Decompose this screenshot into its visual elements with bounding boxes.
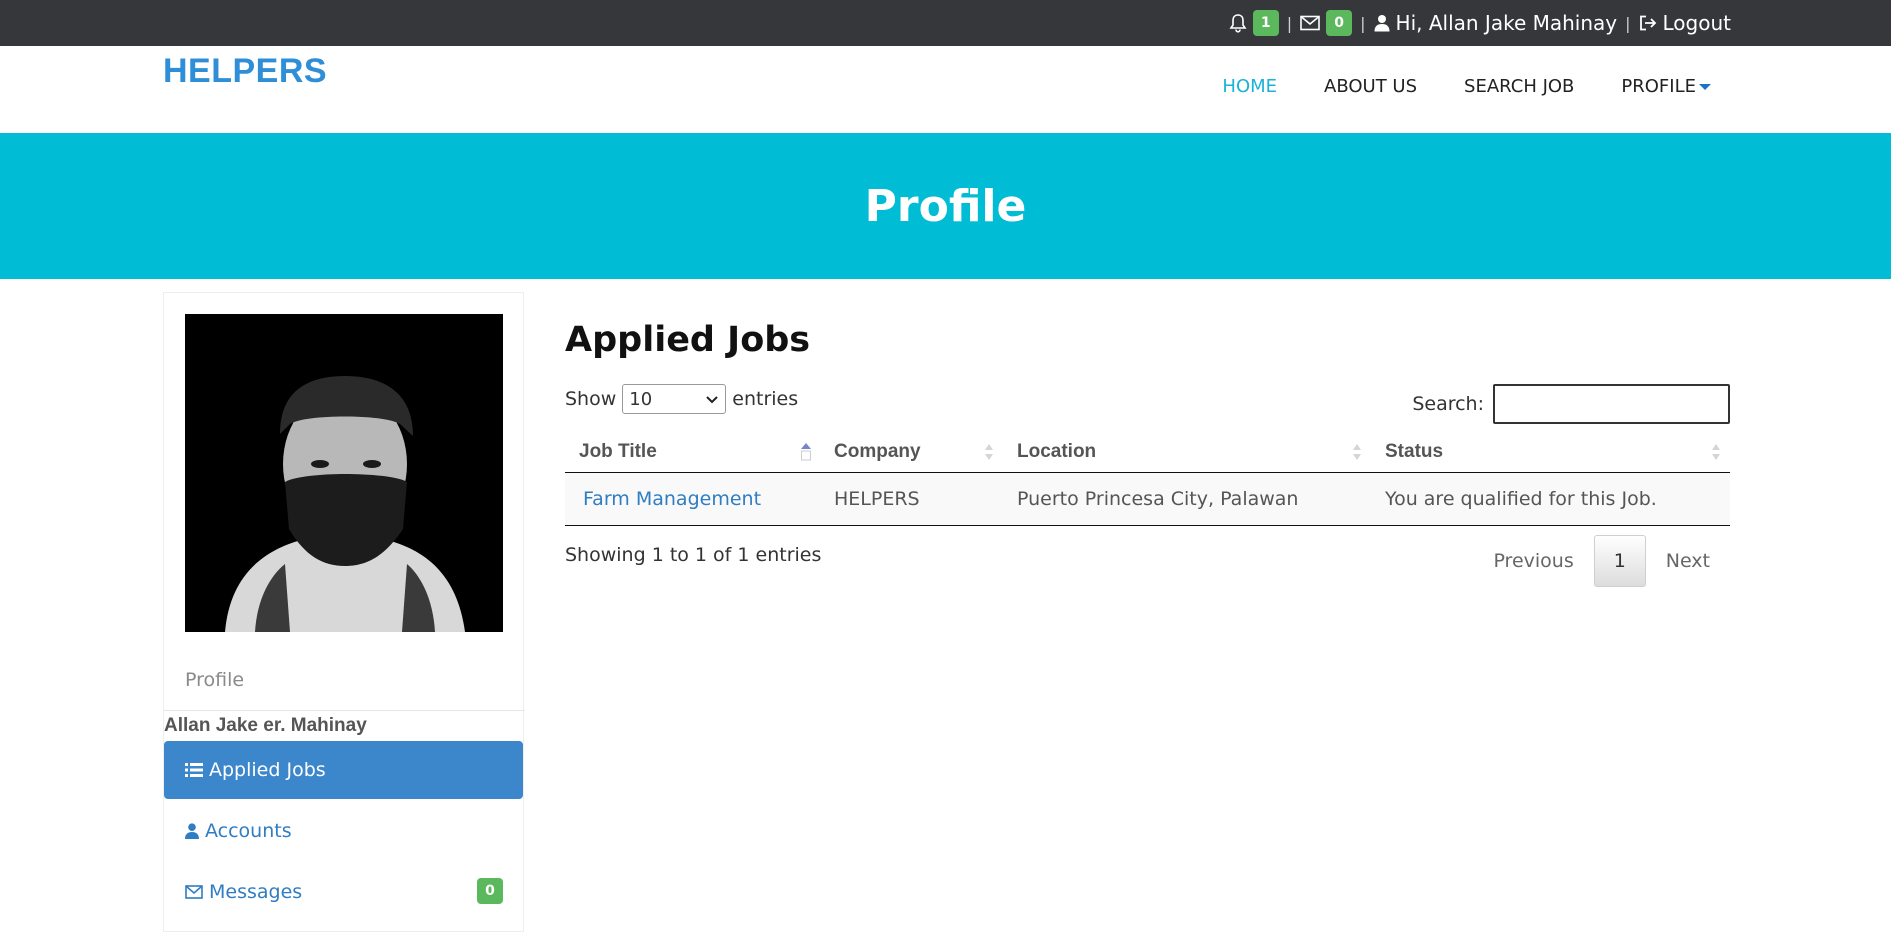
main-nav: HOME ABOUT US SEARCH JOB PROFILE	[1175, 66, 1891, 106]
sign-out-icon	[1639, 15, 1657, 31]
separator: |	[1286, 13, 1293, 33]
column-header-status[interactable]: Status	[1371, 432, 1730, 473]
logout-label: Logout	[1662, 11, 1731, 35]
top-utility-items: 1 | 0 | Hi, Allan Jake Mahinay | Logout	[1229, 0, 1731, 46]
job-title-link[interactable]: Farm Management	[579, 488, 761, 510]
length-suffix: entries	[732, 388, 799, 410]
page-banner: Profile	[0, 133, 1891, 279]
sidebar-item-accounts[interactable]: Accounts	[164, 802, 523, 860]
table-info: Showing 1 to 1 of 1 entries	[565, 544, 822, 566]
column-header-label: Job Title	[579, 440, 657, 462]
sort-icon	[1712, 444, 1720, 460]
profile-menu: Applied Jobs Accounts Messages 0	[164, 741, 523, 924]
nav-item-home[interactable]: HOME	[1222, 66, 1277, 106]
search-input[interactable]	[1493, 384, 1730, 424]
messages-count-badge: 0	[477, 878, 503, 904]
sort-icon	[985, 444, 993, 460]
user-icon	[1374, 14, 1390, 32]
sidebar-item-label: Messages	[209, 881, 303, 903]
messages-link[interactable]: 0	[1300, 10, 1353, 36]
nav-item-profile[interactable]: PROFILE	[1621, 66, 1711, 106]
page-title: Profile	[864, 180, 1027, 232]
chevron-down-icon	[705, 389, 719, 410]
table-row: Farm Management HELPERS Puerto Princesa …	[565, 472, 1730, 526]
bell-icon	[1229, 13, 1247, 33]
sidebar-item-applied-jobs[interactable]: Applied Jobs	[164, 741, 523, 799]
page-button-current[interactable]: 1	[1593, 535, 1646, 587]
next-page-button[interactable]: Next	[1646, 535, 1730, 587]
profile-sidebar: Profile Allan Jake er. Mahinay Applied J…	[163, 292, 525, 932]
profile-photo	[185, 314, 503, 632]
applied-jobs-table: Job Title Company Location Status Farm M…	[565, 432, 1730, 526]
column-header-label: Location	[1017, 440, 1097, 462]
cell-job-title: Farm Management	[565, 472, 820, 526]
cell-company: HELPERS	[820, 472, 1003, 526]
list-icon	[185, 762, 203, 778]
envelope-icon	[1300, 15, 1320, 31]
column-header-job-title[interactable]: Job Title	[565, 432, 820, 473]
entries-length-control: Show 10 entries	[565, 384, 798, 414]
cell-location: Puerto Princesa City, Palawan	[1003, 472, 1371, 526]
separator: |	[1360, 13, 1366, 33]
sort-icon	[1353, 444, 1361, 460]
user-icon	[185, 823, 199, 839]
sidebar-item-label: Applied Jobs	[209, 759, 326, 781]
sort-ascending-icon	[801, 443, 811, 461]
user-greeting: Hi, Allan Jake Mahinay	[1395, 11, 1618, 35]
messages-count-badge: 0	[1326, 10, 1353, 36]
user-full-name: Allan Jake er. Mahinay	[164, 715, 367, 736]
length-prefix: Show	[565, 388, 617, 410]
notifications-link[interactable]: 1	[1229, 10, 1279, 36]
column-header-label: Company	[834, 440, 921, 462]
brand-logo[interactable]: HELPERS	[163, 52, 327, 91]
cell-status: You are qualified for this Job.	[1371, 472, 1730, 526]
pagination: Previous 1 Next	[1473, 535, 1730, 587]
divider	[164, 710, 525, 711]
column-header-label: Status	[1385, 440, 1444, 462]
sidebar-item-messages[interactable]: Messages 0	[164, 863, 523, 921]
nav-item-about-us[interactable]: ABOUT US	[1324, 66, 1417, 106]
entries-select[interactable]: 10	[622, 384, 727, 414]
notifications-count-badge: 1	[1252, 10, 1279, 36]
column-header-location[interactable]: Location	[1003, 432, 1371, 473]
top-utility-bar: 1 | 0 | Hi, Allan Jake Mahinay | Logout	[0, 0, 1891, 46]
section-title: Applied Jobs	[565, 320, 811, 360]
table-header-row: Job Title Company Location Status	[565, 432, 1730, 473]
nav-item-profile-label: PROFILE	[1621, 75, 1696, 97]
search-label: Search:	[1412, 393, 1484, 415]
entries-select-value: 10	[629, 388, 653, 410]
separator: |	[1625, 13, 1631, 33]
column-header-company[interactable]: Company	[820, 432, 1003, 473]
nav-item-search-job[interactable]: SEARCH JOB	[1464, 66, 1574, 106]
sidebar-item-label: Accounts	[205, 820, 292, 842]
logout-link[interactable]: Logout	[1639, 11, 1731, 35]
envelope-icon	[185, 885, 203, 899]
caret-down-icon	[1699, 84, 1711, 90]
site-header: HELPERS HOME ABOUT US SEARCH JOB PROFILE	[0, 46, 1891, 133]
profile-label: Profile	[185, 669, 245, 691]
avatar	[185, 314, 503, 632]
user-greeting-link[interactable]: Hi, Allan Jake Mahinay	[1374, 11, 1618, 35]
table-search-control: Search:	[1412, 384, 1730, 424]
previous-page-button[interactable]: Previous	[1473, 535, 1593, 587]
